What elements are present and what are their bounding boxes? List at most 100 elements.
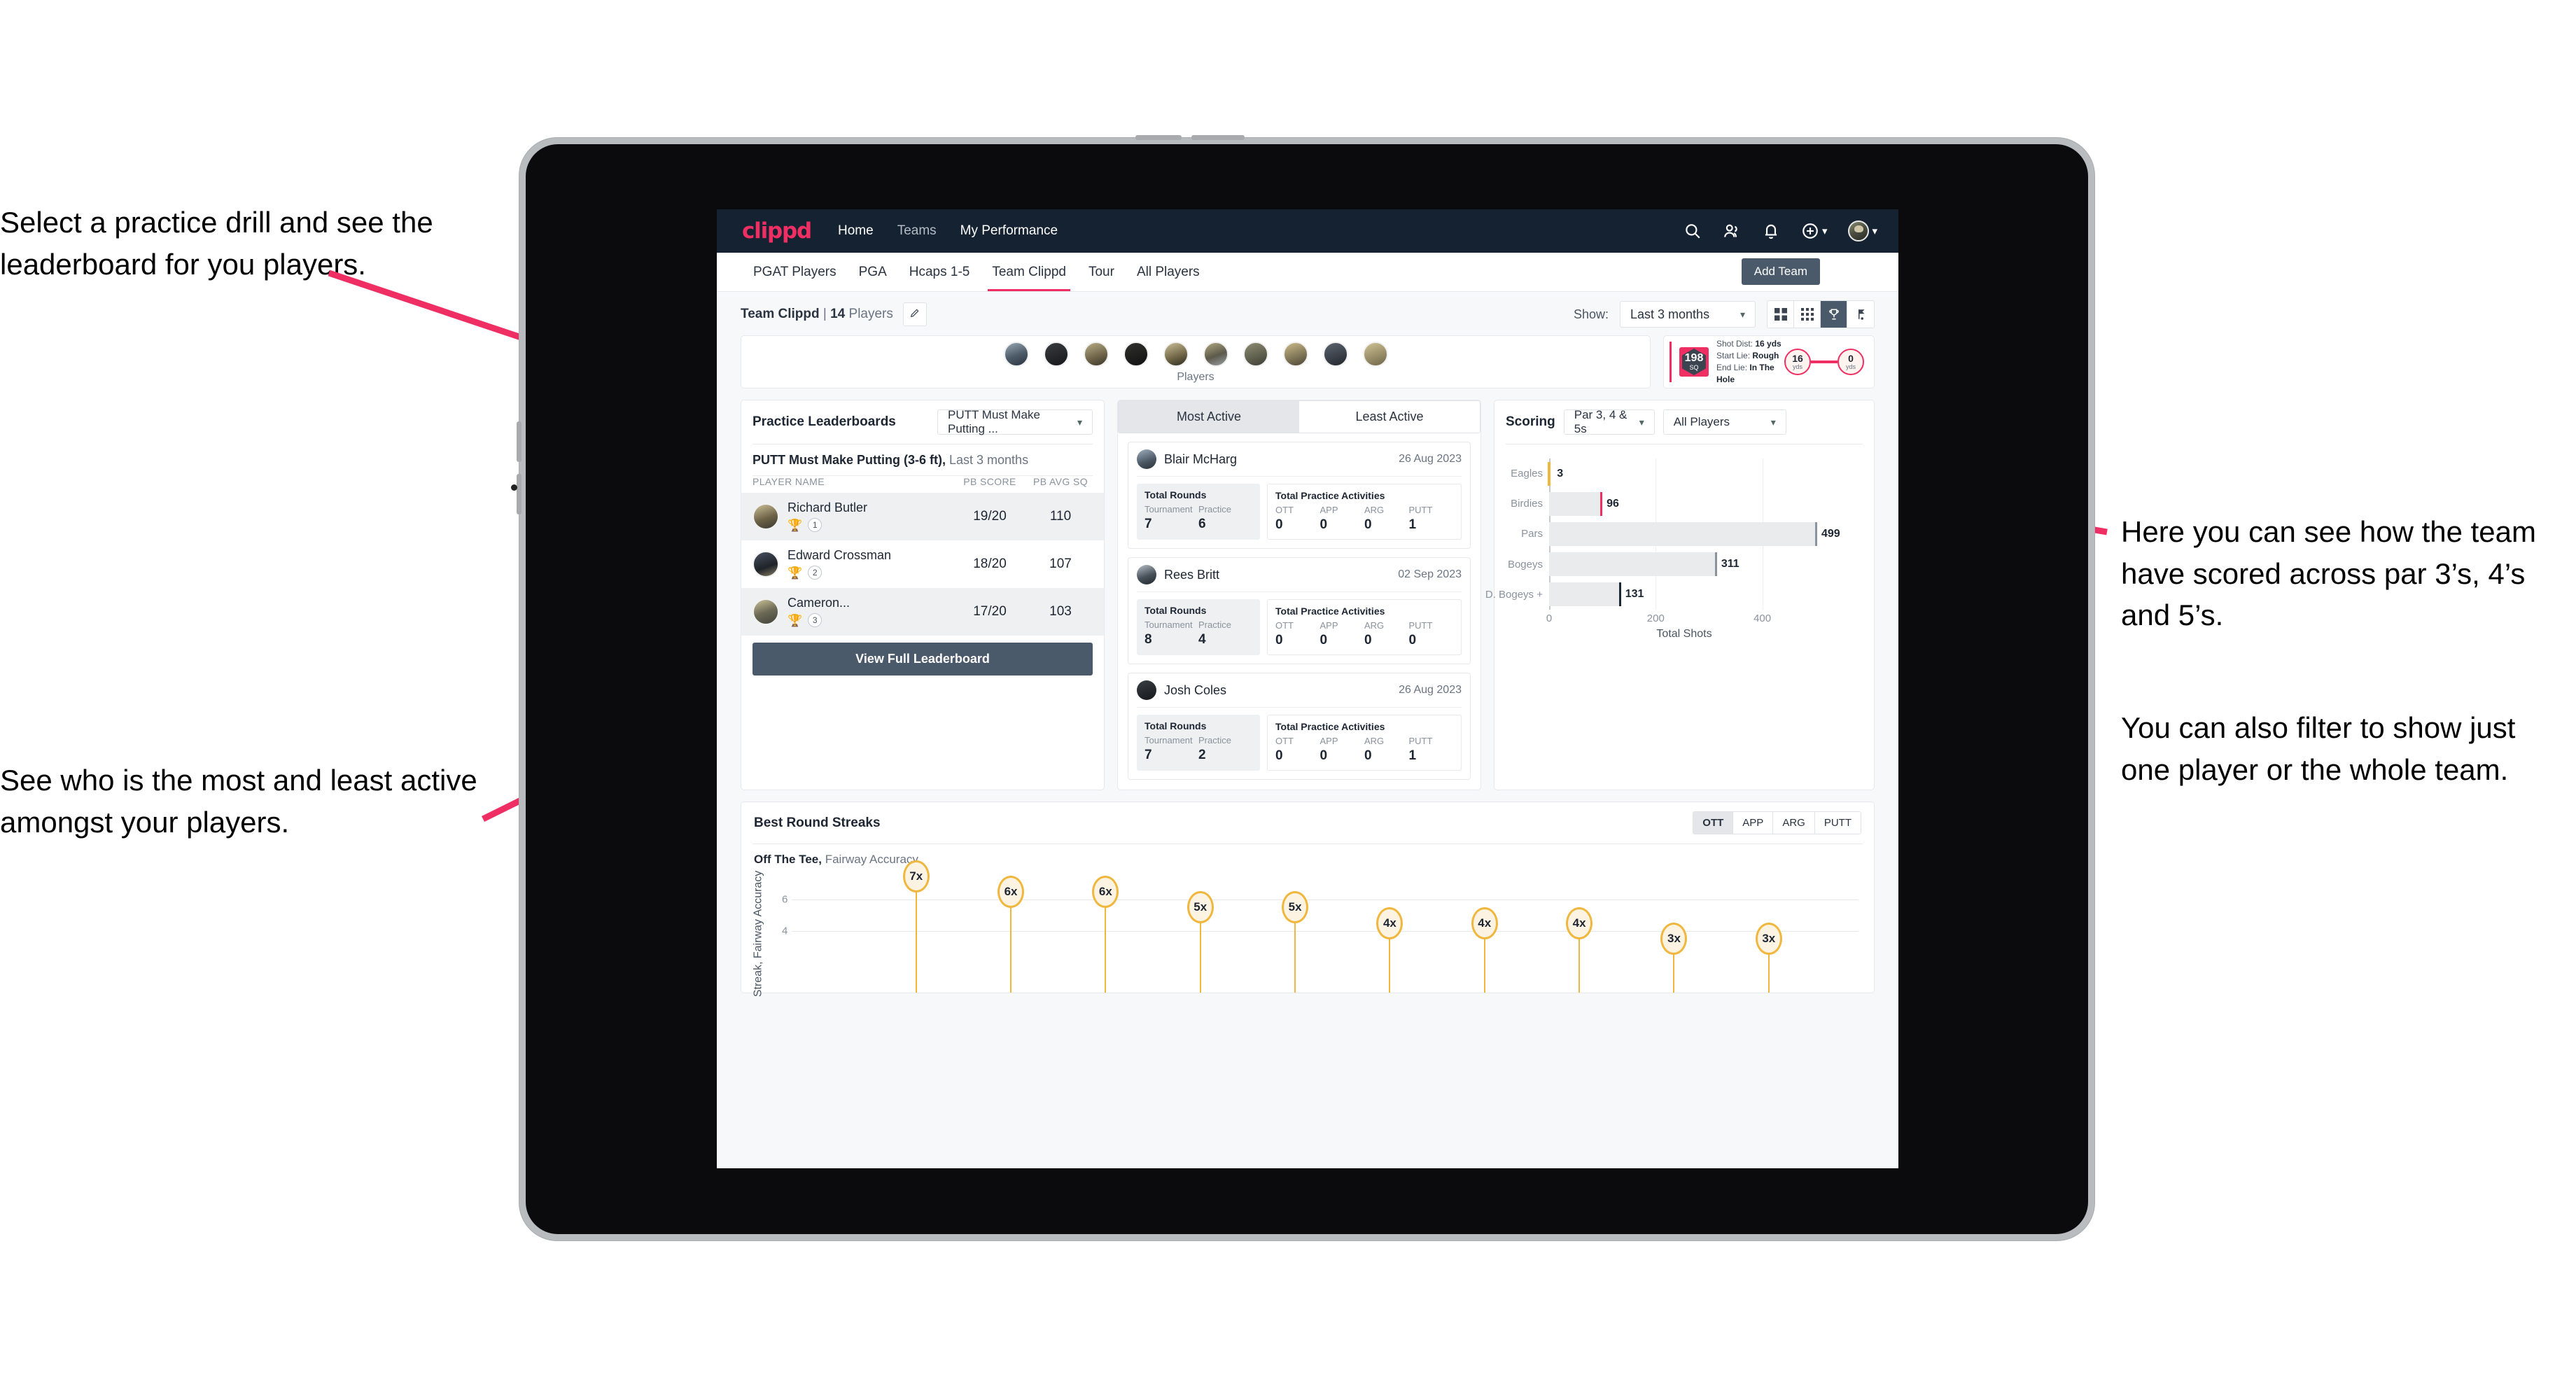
clippd-logo[interactable]: clippd (742, 218, 812, 244)
tournament-value: 8 (1144, 632, 1152, 647)
player-filter-select[interactable]: All Players ▾ (1662, 410, 1786, 435)
app-label: APP (1320, 505, 1338, 515)
x-axis-label: Total Shots (1656, 628, 1712, 640)
activity-stats: Total Rounds Tournament 7 Practice (1128, 708, 1470, 779)
avatar[interactable] (1322, 342, 1348, 367)
avatar[interactable] (1242, 342, 1268, 367)
plus-circle-icon[interactable] (1801, 222, 1819, 240)
tab-most-active[interactable]: Most Active (1119, 401, 1299, 433)
scoring-bar-row: Pars 499 (1521, 519, 1840, 549)
grid-view-button[interactable] (1768, 301, 1794, 328)
add-team-button[interactable]: Add Team (1741, 258, 1820, 285)
avatar[interactable] (1123, 342, 1149, 367)
tournament-value: 7 (1144, 748, 1152, 762)
tab-hcaps-1-5[interactable]: Hcaps 1-5 (898, 253, 981, 291)
tab-arg[interactable]: ARG (1773, 812, 1815, 834)
drill-subtitle-bold: PUTT Must Make Putting (3-6 ft), (752, 453, 946, 467)
par-filter-select[interactable]: Par 3, 4 & 5s ▾ (1563, 408, 1655, 435)
annotation-practice: Select a practice drill and see the lead… (0, 206, 433, 281)
people-icon[interactable] (1723, 222, 1741, 240)
streak-stem: 7x (902, 860, 930, 993)
date-range-select[interactable]: Last 3 months ▾ (1620, 301, 1756, 328)
player-name: Cameron... (788, 595, 850, 610)
streak-bubble[interactable]: 6x (1092, 876, 1119, 909)
streak-bubble[interactable]: 7x (902, 860, 930, 893)
add-menu[interactable]: ▾ (1801, 222, 1827, 240)
x-axis-ticks: 0 200 400 (1546, 612, 1826, 625)
drill-select[interactable]: PUTT Must Make Putting ... ▾ (937, 408, 1093, 435)
app-value: 0 (1320, 748, 1328, 763)
avatar[interactable] (1163, 342, 1189, 367)
table-row[interactable]: Richard Butler 🏆 1 19/20 110 (741, 493, 1104, 540)
tournament-stat: Tournament 7 (1144, 735, 1198, 763)
streak-bubble[interactable]: 6x (997, 876, 1025, 909)
practice-value: 4 (1198, 632, 1206, 647)
tab-least-active[interactable]: Least Active (1299, 401, 1480, 433)
nav-link-teams[interactable]: Teams (897, 223, 937, 239)
streak-stem: 5x (1186, 891, 1214, 993)
search-icon[interactable] (1684, 222, 1702, 240)
avatar[interactable] (1043, 342, 1069, 367)
dots-grid-icon (1800, 308, 1814, 321)
list-item[interactable]: Josh Coles 26 Aug 2023 Total Rounds Tour… (1128, 673, 1471, 780)
rank-badge: 1 (808, 518, 822, 533)
table-row[interactable]: Edward Crossman 🏆 2 18/20 107 (741, 540, 1104, 588)
tab-team-clippd[interactable]: Team Clippd (981, 253, 1077, 291)
tab-putt[interactable]: PUTT (1814, 812, 1861, 834)
streaks-title: Best Round Streaks (754, 815, 881, 830)
drill-subtitle-muted: Last 3 months (946, 453, 1029, 467)
gridline (792, 899, 1858, 901)
activity-date: 26 Aug 2023 (1399, 684, 1462, 696)
flag-view-button[interactable] (1847, 301, 1874, 328)
profile-menu[interactable]: ▾ (1848, 220, 1877, 241)
ott-label: OTT (1275, 736, 1294, 746)
dots-grid-button[interactable] (1794, 301, 1821, 328)
tab-tour[interactable]: Tour (1077, 253, 1126, 291)
nav-link-my-performance[interactable]: My Performance (960, 223, 1058, 239)
tablet-volume-button-1 (1135, 135, 1182, 140)
tab-pga[interactable]: PGA (848, 253, 898, 291)
avatar[interactable] (1003, 342, 1029, 367)
total-rounds-title: Total Rounds (1144, 720, 1207, 732)
practice-leaderboard-card: Practice Leaderboards PUTT Must Make Put… (741, 400, 1105, 790)
team-sep: | (819, 307, 831, 321)
streak-bubble[interactable]: 5x (1186, 891, 1214, 924)
tab-ott[interactable]: OTT (1693, 812, 1734, 834)
streaks-chart: Streak, Fairway Accuracy 4 6 7x 6x 6x 5x 5x 4x 4… (752, 860, 1861, 997)
list-item[interactable]: Rees Britt 02 Sep 2023 Total Rounds Tour… (1128, 557, 1471, 664)
activity-list: Blair McHarg 26 Aug 2023 Total Rounds To… (1118, 433, 1480, 790)
tab-app[interactable]: APP (1733, 812, 1774, 834)
putt-label: PUTT (1408, 505, 1433, 515)
avatar[interactable] (1848, 220, 1870, 241)
tablet-side-button-2 (517, 474, 522, 514)
streak-bubble[interactable]: 4x (1566, 906, 1593, 939)
avatar[interactable] (1282, 342, 1308, 367)
trophy-view-button[interactable] (1821, 301, 1847, 328)
streak-stem: 3x (1660, 922, 1688, 993)
nav-link-home[interactable]: Home (838, 223, 874, 239)
arg-stat: ARG 0 (1364, 620, 1409, 648)
shot-start-marker: 16 yds (1784, 349, 1811, 375)
avatar[interactable] (1362, 342, 1388, 367)
table-row[interactable]: Cameron... 🏆 3 17/20 103 (741, 588, 1104, 636)
edit-team-button[interactable] (902, 302, 927, 326)
tab-pgat-players[interactable]: PGAT Players (742, 253, 848, 291)
app-value: 0 (1320, 633, 1328, 648)
streak-bubble[interactable]: 3x (1660, 922, 1688, 955)
streak-bubble[interactable]: 3x (1755, 922, 1782, 955)
tab-all-players[interactable]: All Players (1126, 253, 1211, 291)
avatar[interactable] (1083, 342, 1109, 367)
tablet-frame: clippd Home Teams My Performance ▾ ▾ PGA… (511, 135, 2094, 1240)
avatar[interactable] (1203, 342, 1228, 367)
chevron-down-icon: ▾ (1639, 416, 1644, 428)
list-item[interactable]: Blair McHarg 26 Aug 2023 Total Rounds To… (1128, 442, 1471, 549)
scoring-category-label: Eagles (1511, 468, 1543, 480)
shot-quality-value: 198 (1684, 352, 1704, 364)
streak-bubble[interactable]: 5x (1282, 891, 1309, 924)
streak-bubble[interactable]: 4x (1471, 906, 1498, 939)
ott-value: 0 (1275, 633, 1283, 648)
view-full-leaderboard-button[interactable]: View Full Leaderboard (752, 643, 1093, 676)
streak-bubble[interactable]: 4x (1376, 906, 1404, 939)
bell-icon[interactable] (1762, 222, 1780, 240)
pb-avg-sq: 107 (1049, 556, 1072, 571)
